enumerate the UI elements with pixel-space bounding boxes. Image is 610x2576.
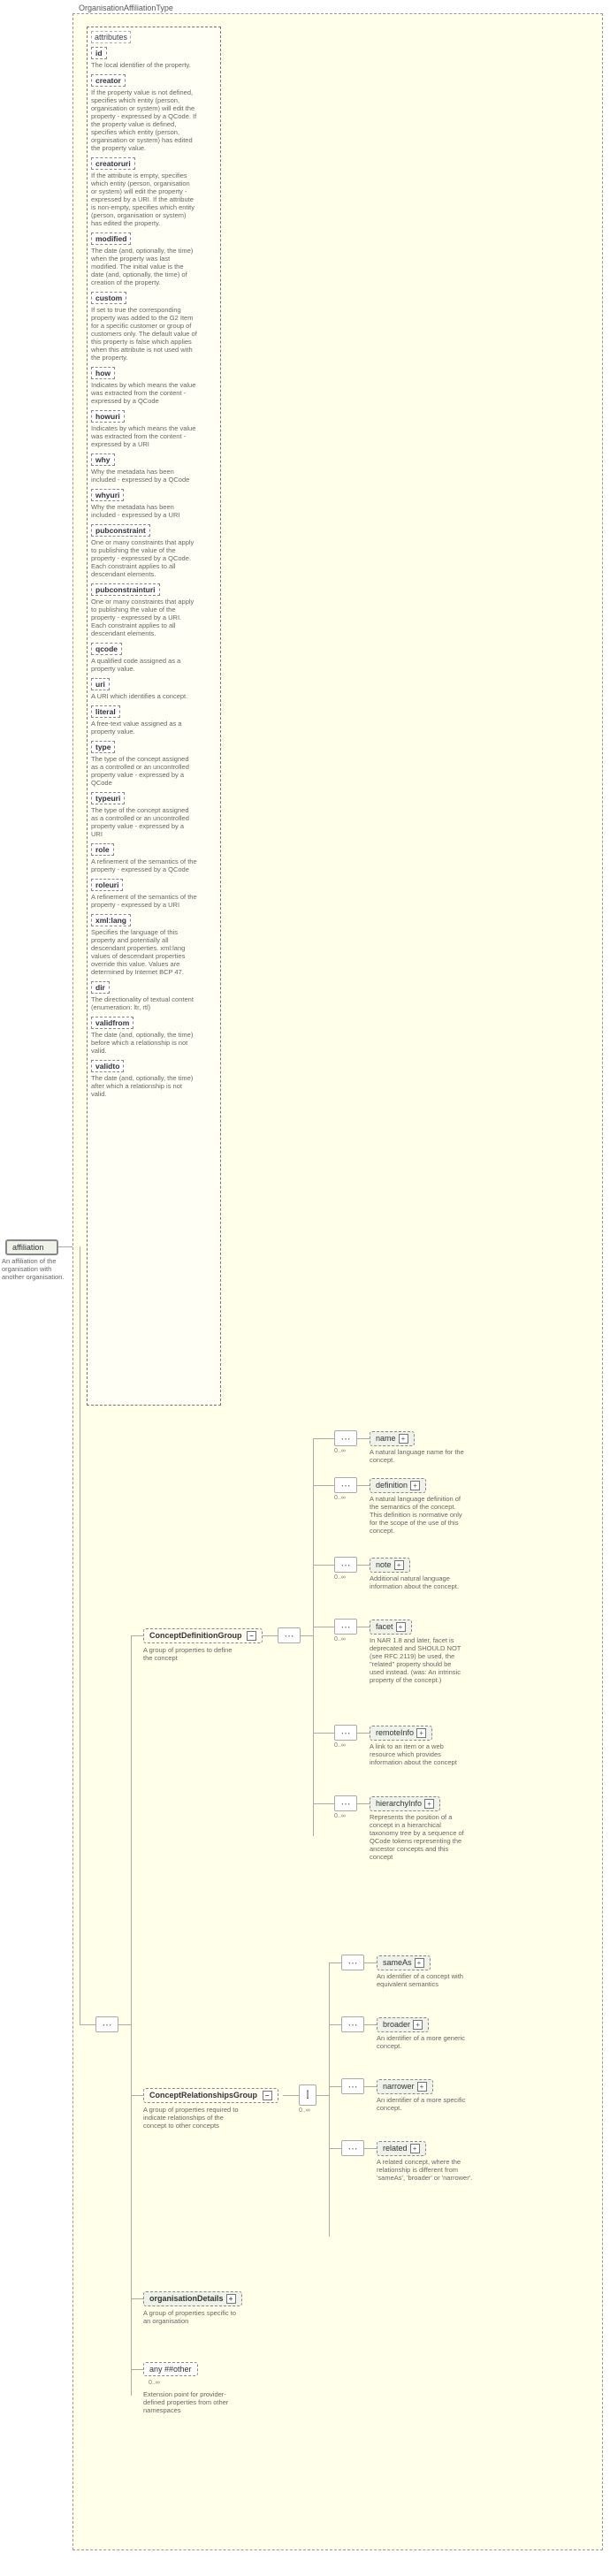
attribute-why: why Why the metadata has been included - … bbox=[91, 453, 217, 484]
group-concept-relationships: ConceptRelationshipsGroup − bbox=[143, 2088, 278, 2103]
child-narrower: narrower+ bbox=[377, 2079, 433, 2094]
attr-desc: If the property value is not defined, sp… bbox=[91, 88, 197, 152]
attribute-whyuri: whyuri Why the metadata has been included… bbox=[91, 489, 217, 519]
attr-desc: If the attribute is empty, specifies whi… bbox=[91, 171, 197, 227]
attr-name: qcode bbox=[91, 643, 122, 655]
attr-name: how bbox=[91, 367, 115, 379]
attr-desc: The type of the concept assigned as a co… bbox=[91, 755, 197, 787]
attr-name: whyuri bbox=[91, 489, 124, 501]
main-sequence bbox=[95, 2016, 118, 2032]
attr-name: pubconstrainturi bbox=[91, 583, 160, 596]
attr-desc: A refinement of the semantics of the pro… bbox=[91, 893, 197, 909]
attribute-how: how Indicates by which means the value wa… bbox=[91, 367, 217, 405]
attr-desc: The directionality of textual content (e… bbox=[91, 995, 197, 1011]
child-name: name+ bbox=[370, 1431, 415, 1446]
attr-name: modified bbox=[91, 232, 131, 245]
root-element-label: affiliation bbox=[12, 1243, 43, 1252]
child-definition: definition+ bbox=[370, 1478, 426, 1493]
attribute-howuri: howuriIndicates by which means the value… bbox=[91, 410, 217, 448]
attr-name: validfrom bbox=[91, 1017, 133, 1029]
child-related: related+ bbox=[377, 2141, 426, 2156]
attr-name: validto bbox=[91, 1060, 124, 1072]
attr-desc: Why the metadata has been included - exp… bbox=[91, 468, 197, 484]
attribute-dir: dirThe directionality of textual content… bbox=[91, 981, 217, 1011]
attr-name: howuri bbox=[91, 410, 125, 423]
any-other: any ##other bbox=[143, 2362, 198, 2376]
attribute-modified: modified The date (and, optionally, the t… bbox=[91, 232, 217, 286]
child-broader: broader+ bbox=[377, 2017, 429, 2032]
attribute-custom: custom If set to true the corresponding p… bbox=[91, 292, 217, 362]
root-element: affiliation bbox=[5, 1239, 58, 1255]
attribute-xmllang: xml:lang Specifies the language of this p… bbox=[91, 914, 217, 976]
expand-icon[interactable]: + bbox=[399, 1434, 408, 1444]
attr-desc: A URI which identifies a concept. bbox=[91, 692, 197, 700]
attribute-validfrom: validfrom The date (and, optionally, the … bbox=[91, 1017, 217, 1055]
attribute-role: roleA refinement of the semantics of the… bbox=[91, 843, 217, 873]
attr-name: uri bbox=[91, 678, 110, 690]
attr-name: xml:lang bbox=[91, 914, 131, 926]
cdg-sequence bbox=[278, 1627, 301, 1643]
attributes-container: attributes id The local identifier of the… bbox=[87, 27, 221, 1406]
attribute-pubconstraint: pubconstraintOne or many constraints tha… bbox=[91, 524, 217, 578]
child-note: note+ bbox=[370, 1558, 410, 1573]
group-desc: A group of properties to define the conc… bbox=[143, 1646, 240, 1662]
seq-name bbox=[334, 1430, 357, 1446]
attr-desc: The local identifier of the property. bbox=[91, 61, 197, 69]
attr-desc: A free-text value assigned as a property… bbox=[91, 720, 197, 735]
child-name-desc: A natural language name for the concept. bbox=[370, 1448, 467, 1464]
attr-name: creator bbox=[91, 74, 126, 87]
attr-name: pubconstraint bbox=[91, 524, 150, 537]
attr-desc: Indicates by which means the value was e… bbox=[91, 381, 197, 405]
child-hierarchyinfo: hierarchyInfo+ bbox=[370, 1796, 440, 1811]
attribute-pubconstrainturi: pubconstrainturi One or many constraints … bbox=[91, 583, 217, 637]
attr-name: custom bbox=[91, 292, 126, 304]
type-title: OrganisationAffiliationType bbox=[79, 4, 173, 12]
seq-definition bbox=[334, 1477, 357, 1493]
root-element-desc: An affiliation of the organisation with … bbox=[2, 1257, 72, 1281]
attr-desc: The type of the concept assigned as a co… bbox=[91, 806, 197, 838]
collapse-icon[interactable]: − bbox=[247, 1631, 256, 1641]
attribute-id: id The local identifier of the property. bbox=[91, 47, 217, 69]
child-sameas: sameAs+ bbox=[377, 1955, 431, 1970]
attr-desc: Specifies the language of this property … bbox=[91, 928, 197, 976]
attr-desc: One or many constraints that apply to pu… bbox=[91, 598, 197, 637]
attribute-roleuri: roleuri A refinement of the semantics of … bbox=[91, 879, 217, 909]
attr-name: creatoruri bbox=[91, 157, 135, 170]
attr-name: role bbox=[91, 843, 114, 856]
attr-name: roleuri bbox=[91, 879, 123, 891]
attr-name: type bbox=[91, 741, 115, 753]
attr-desc: A qualified code assigned as a property … bbox=[91, 657, 197, 673]
attributes-title: attributes bbox=[91, 31, 131, 43]
attribute-type: type The type of the concept assigned as … bbox=[91, 741, 217, 787]
attribute-validto: validto The date (and, optionally, the ti… bbox=[91, 1060, 217, 1098]
attribute-qcode: qcode A qualified code assigned as a prop… bbox=[91, 643, 217, 673]
attribute-literal: literal A free-text value assigned as a p… bbox=[91, 705, 217, 735]
attr-name: typeuri bbox=[91, 792, 125, 804]
attr-desc: One or many constraints that apply to pu… bbox=[91, 538, 197, 578]
attr-desc: The date (and, optionally, the time) bef… bbox=[91, 1031, 197, 1055]
attr-desc: Why the metadata has been included - exp… bbox=[91, 503, 197, 519]
attribute-creatoruri: creatoruriIf the attribute is empty, spe… bbox=[91, 157, 217, 227]
child-facet: facet+ bbox=[370, 1620, 412, 1635]
child-remoteinfo: remoteInfo+ bbox=[370, 1726, 432, 1741]
attribute-uri: uri A URI which identifies a concept. bbox=[91, 678, 217, 700]
group-label: ConceptDefinitionGroup bbox=[149, 1631, 242, 1640]
attr-name: why bbox=[91, 453, 115, 466]
group-concept-definition: ConceptDefinitionGroup − bbox=[143, 1628, 263, 1643]
attribute-creator: creatorIf the property value is not defi… bbox=[91, 74, 217, 152]
attr-desc: If set to true the corresponding propert… bbox=[91, 306, 197, 362]
attr-desc: The date (and, optionally, the time) whe… bbox=[91, 247, 197, 286]
attr-desc: Indicates by which means the value was e… bbox=[91, 424, 197, 448]
attr-name: literal bbox=[91, 705, 120, 718]
attr-desc: The date (and, optionally, the time) aft… bbox=[91, 1074, 197, 1098]
attr-name: dir bbox=[91, 981, 110, 994]
attribute-typeuri: typeuri The type of the concept assigned … bbox=[91, 792, 217, 838]
attr-name: id bbox=[91, 47, 107, 59]
crg-choice bbox=[299, 2084, 316, 2106]
attr-desc: A refinement of the semantics of the pro… bbox=[91, 857, 197, 873]
child-organisationdetails: organisationDetails+ bbox=[143, 2291, 242, 2306]
